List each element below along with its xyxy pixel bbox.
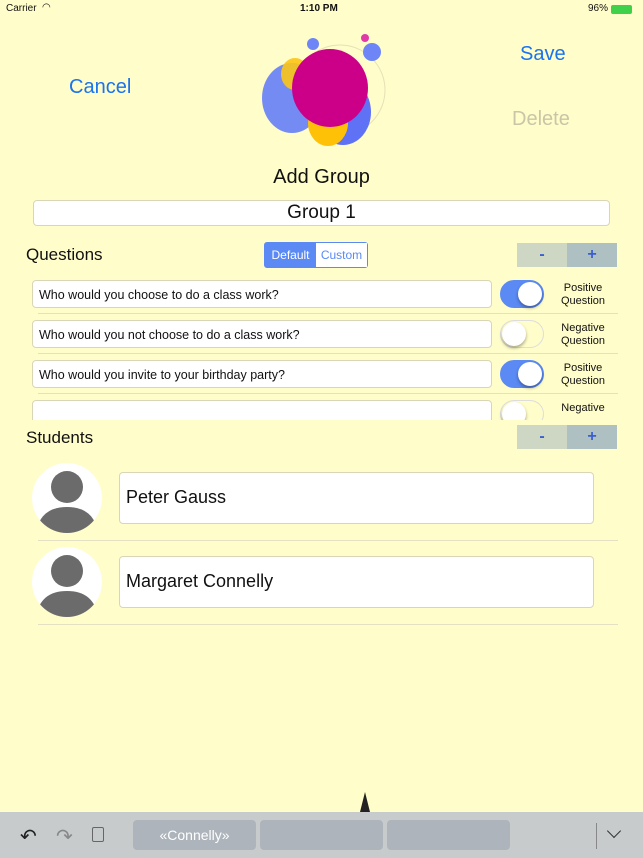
- question-toggle[interactable]: [500, 400, 544, 420]
- student-name-input[interactable]: Margaret Connelly: [119, 556, 594, 608]
- add-student-button[interactable]: +: [567, 425, 617, 449]
- remove-student-button[interactable]: -: [517, 425, 567, 449]
- group-name-input[interactable]: Group 1: [33, 200, 610, 226]
- question-type-label: Negative: [561, 402, 605, 414]
- question-type-label: Positive Question: [560, 362, 606, 387]
- divider: [596, 823, 597, 849]
- delete-button[interactable]: Delete: [512, 108, 570, 131]
- wifi-icon: ◠: [42, 2, 51, 13]
- cursor-icon: [360, 792, 370, 812]
- suggestion-3[interactable]: [387, 820, 510, 850]
- save-button[interactable]: Save: [520, 43, 566, 66]
- divider: [38, 353, 618, 354]
- suggestion-1[interactable]: «Connelly»: [133, 820, 256, 850]
- question-input[interactable]: Who would you not choose to do a class w…: [32, 320, 492, 348]
- page-title: Add Group: [273, 166, 370, 188]
- app-logo: [262, 34, 386, 146]
- divider: [38, 540, 618, 541]
- redo-icon[interactable]: ↷: [56, 824, 73, 849]
- status-time: 1:10 PM: [300, 3, 338, 14]
- segment-custom[interactable]: Custom: [316, 243, 367, 267]
- divider: [38, 313, 618, 314]
- questions-heading: Questions: [26, 245, 103, 264]
- question-toggle[interactable]: [500, 320, 544, 348]
- cancel-button[interactable]: Cancel: [69, 76, 131, 99]
- question-toggle[interactable]: [500, 280, 544, 308]
- battery-percent: 96%: [588, 3, 609, 14]
- question-toggle[interactable]: [500, 360, 544, 388]
- question-type-label: Negative Question: [560, 322, 606, 347]
- divider: [38, 624, 618, 625]
- student-avatar[interactable]: [32, 547, 102, 617]
- question-input[interactable]: [32, 400, 492, 420]
- question-mode-segmented: Default Custom: [264, 242, 368, 268]
- paste-icon[interactable]: [92, 827, 104, 842]
- undo-icon[interactable]: ↶: [20, 824, 37, 849]
- student-avatar[interactable]: [32, 463, 102, 533]
- remove-question-button[interactable]: -: [517, 243, 567, 267]
- segment-default[interactable]: Default: [265, 243, 316, 267]
- question-type-label: Positive Question: [560, 282, 606, 307]
- carrier-label: Carrier: [6, 3, 37, 14]
- divider: [38, 393, 618, 394]
- students-heading: Students: [26, 428, 94, 447]
- questions-list: Who would you choose to do a class work?…: [0, 278, 643, 420]
- question-input[interactable]: Who would you invite to your birthday pa…: [32, 360, 492, 388]
- suggestion-2[interactable]: [260, 820, 383, 850]
- question-input[interactable]: Who would you choose to do a class work?: [32, 280, 492, 308]
- add-question-button[interactable]: +: [567, 243, 617, 267]
- student-name-input[interactable]: Peter Gauss: [119, 472, 594, 524]
- battery-icon: [611, 5, 632, 14]
